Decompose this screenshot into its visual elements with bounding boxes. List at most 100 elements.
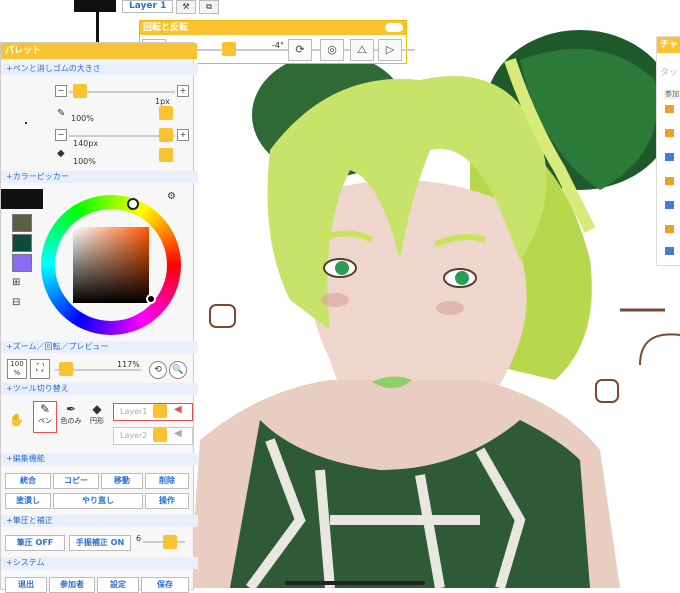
color-saturation-square[interactable] bbox=[73, 227, 149, 303]
section-pressure[interactable]: +筆圧と補正 bbox=[1, 515, 198, 527]
pen-tool-button[interactable]: ✎ ペン bbox=[33, 401, 57, 433]
rotate-slider-knob[interactable] bbox=[222, 42, 236, 56]
flip-vertical-button[interactable]: ▷ bbox=[378, 39, 402, 61]
fill-button[interactable]: 塗潰し bbox=[5, 493, 51, 509]
eraser-size-knob[interactable] bbox=[159, 128, 173, 142]
zoom-slider-knob[interactable] bbox=[59, 362, 73, 376]
palette-panel: パレット +ペンと消しゴムの大きさ − + 1px ✎ 100% − + 140… bbox=[0, 42, 198, 593]
chat-tab[interactable]: 参加 bbox=[664, 89, 680, 99]
layer-1-active-arrow: ◀ bbox=[174, 404, 182, 415]
section-zoom[interactable]: +ズーム／回転／プレビュー bbox=[1, 341, 198, 353]
eyedropper-icon: ✒ bbox=[65, 402, 77, 416]
swap-color-icon[interactable]: ⊟ bbox=[12, 297, 20, 308]
eraser-icon: ◆ bbox=[57, 148, 65, 159]
section-tool-switch[interactable]: +ツール切り替え bbox=[1, 383, 198, 395]
chat-member-icon-4 bbox=[665, 177, 674, 185]
pen-size-plus-button[interactable]: + bbox=[177, 85, 189, 97]
save-button[interactable]: 保存 bbox=[141, 577, 189, 593]
rotate-view-icon[interactable]: ⟲ bbox=[149, 361, 167, 379]
zoom-100-label: 100 bbox=[10, 360, 24, 368]
layer-tool-icon[interactable]: ⚒ bbox=[176, 0, 196, 14]
section-pen-size[interactable]: +ペンと消しゴムの大きさ bbox=[1, 63, 198, 75]
chat-member-icon-1 bbox=[665, 105, 674, 113]
pen-size-minus-button[interactable]: − bbox=[55, 85, 67, 97]
eraser-tool-icon: ◆ bbox=[92, 402, 102, 416]
layer-settings-icon[interactable]: ⧉ bbox=[199, 0, 219, 14]
eyedropper-tool-button[interactable]: ✒ 色のみ bbox=[59, 401, 83, 433]
chat-member-icon-2 bbox=[665, 129, 674, 137]
magnifier-icon[interactable]: 🔍 bbox=[169, 361, 187, 379]
chat-member-icon-7 bbox=[665, 247, 674, 255]
zoom-100-button[interactable]: 100% bbox=[7, 359, 27, 379]
chat-panel: チャ タッ 参加 bbox=[656, 36, 680, 266]
iris-left bbox=[335, 261, 349, 275]
pen-opacity-value: 100% bbox=[71, 114, 94, 123]
section-system[interactable]: +システム bbox=[1, 557, 198, 569]
pen-tool-label: ペン bbox=[38, 417, 52, 425]
rotate-step-button[interactable]: ⟳ bbox=[288, 39, 312, 61]
eyedropper-label: 色のみ bbox=[60, 417, 82, 425]
doodle-curve bbox=[639, 333, 680, 366]
eraser-size-plus-button[interactable]: + bbox=[177, 129, 189, 141]
chat-member-icon-5 bbox=[665, 201, 674, 209]
flip-horizontal-button[interactable]: ⧍ bbox=[350, 39, 374, 61]
blush-left bbox=[321, 293, 349, 307]
hand-tool-icon[interactable]: ✋ bbox=[9, 413, 24, 427]
section-edit[interactable]: +編集機能 bbox=[1, 453, 198, 465]
layer-2-knob[interactable] bbox=[153, 428, 167, 442]
chat-title: チャ bbox=[657, 37, 680, 53]
rotate-angle-value: -4° bbox=[272, 41, 284, 50]
move-button[interactable]: 移動 bbox=[101, 473, 143, 489]
doodle-square-right bbox=[595, 379, 619, 403]
saturation-picker-marker[interactable] bbox=[146, 294, 156, 304]
exit-button[interactable]: 退出 bbox=[5, 577, 47, 593]
palette-title: パレット bbox=[1, 43, 197, 59]
blush-right bbox=[436, 301, 464, 315]
stabilizer-toggle-button[interactable]: 手振補正 ON bbox=[69, 535, 131, 551]
pen-icon: ✎ bbox=[57, 108, 66, 119]
merge-button[interactable]: 統合 bbox=[5, 473, 51, 489]
rotate-freehand-button[interactable]: ◎ bbox=[320, 39, 344, 61]
doodle-square-left bbox=[209, 304, 236, 328]
redo-button[interactable]: やり直し bbox=[53, 493, 143, 509]
participants-button[interactable]: 参加者 bbox=[49, 577, 95, 593]
chat-member-icon-3 bbox=[665, 153, 674, 161]
color-swatch-top[interactable] bbox=[74, 0, 116, 12]
color-swatch-top-line bbox=[96, 12, 99, 42]
section-color-picker[interactable]: +カラーピッカー bbox=[1, 171, 198, 183]
stabilizer-value: 6 bbox=[136, 534, 142, 543]
pen-size-dot bbox=[25, 122, 27, 124]
rotate-flip-title-text: 回転と反転 bbox=[143, 23, 189, 33]
top-toolbar: Layer 1 ⚒ ⧉ bbox=[0, 0, 235, 42]
color-history-swatch-1[interactable] bbox=[12, 214, 32, 232]
chat-member-icon-6 bbox=[665, 225, 674, 233]
eraser-opacity-knob[interactable] bbox=[159, 148, 173, 162]
pressure-toggle-button[interactable]: 筆圧 OFF bbox=[5, 535, 65, 551]
pen-size-knob[interactable] bbox=[73, 84, 87, 98]
current-layer-label[interactable]: Layer 1 bbox=[122, 0, 174, 13]
eraser-size-minus-button[interactable]: − bbox=[55, 129, 67, 141]
pen-opacity-knob[interactable] bbox=[159, 106, 173, 120]
color-mode-icon[interactable]: ⚙ bbox=[167, 191, 176, 202]
stabilizer-slider-knob[interactable] bbox=[163, 535, 177, 549]
rotate-panel-close-button[interactable] bbox=[385, 23, 403, 32]
color-history-swatch-3[interactable] bbox=[12, 254, 32, 272]
fit-screen-icon[interactable]: ⛶ bbox=[30, 359, 50, 379]
delete-button[interactable]: 削除 bbox=[145, 473, 189, 489]
operation-button[interactable]: 操作 bbox=[145, 493, 189, 509]
settings-button[interactable]: 設定 bbox=[97, 577, 139, 593]
eraser-size-value: 140px bbox=[73, 139, 99, 148]
hue-picker-marker[interactable] bbox=[127, 198, 139, 210]
chat-input[interactable]: タッ bbox=[660, 65, 678, 78]
pen-tool-icon: ✎ bbox=[39, 402, 51, 416]
eraser-opacity-value: 100% bbox=[73, 157, 96, 166]
eraser-tool-label: 円形 bbox=[90, 417, 104, 425]
add-color-icon[interactable]: ⊞ bbox=[12, 277, 20, 288]
current-color-swatch[interactable] bbox=[1, 189, 43, 209]
color-history-swatch-2[interactable] bbox=[12, 234, 32, 252]
layer-1-knob[interactable] bbox=[153, 404, 167, 418]
eraser-tool-button[interactable]: ◆ 円形 bbox=[85, 401, 109, 433]
pen-size-value: 1px bbox=[155, 97, 170, 106]
copy-button[interactable]: コピー bbox=[53, 473, 99, 489]
home-indicator bbox=[285, 581, 425, 585]
